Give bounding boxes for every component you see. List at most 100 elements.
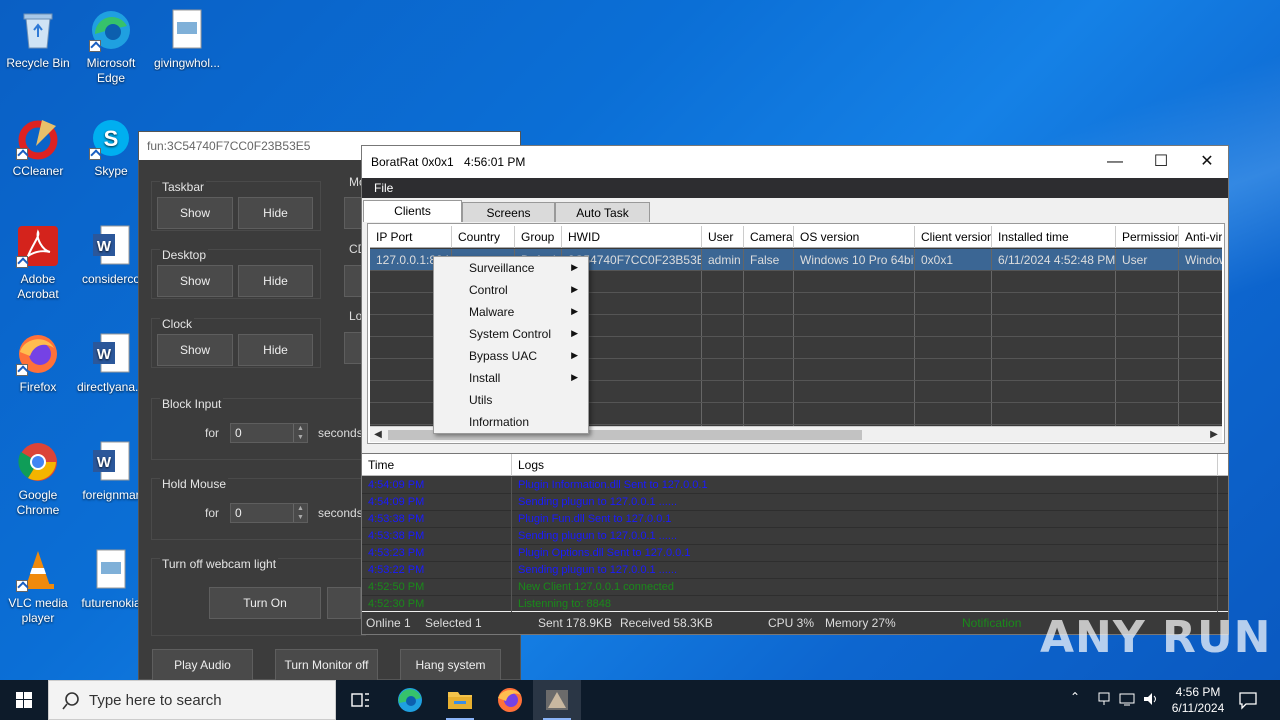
column-header-client-version[interactable]: Client version xyxy=(915,226,992,248)
hold-mouse-seconds-field[interactable]: 0 ▲ ▼ xyxy=(230,503,308,523)
menu-item-surveillance[interactable]: Surveillance ▶ xyxy=(434,257,588,279)
menu-item-bypass-uac[interactable]: Bypass UAC ▶ xyxy=(434,345,588,367)
webcam-turn-on-button[interactable]: Turn On xyxy=(209,587,321,619)
desktop-icon-firefox[interactable]: Firefox xyxy=(0,332,76,395)
minimize-icon[interactable]: — xyxy=(1092,146,1138,178)
scroll-right-icon[interactable]: ▶ xyxy=(1206,427,1222,443)
tray-display-icon[interactable] xyxy=(1118,690,1136,711)
menu-item-information[interactable]: Information xyxy=(434,411,588,433)
menu-item-malware[interactable]: Malware ▶ xyxy=(434,301,588,323)
menu-item-label: Utils xyxy=(469,393,493,407)
taskbar-edge-icon[interactable] xyxy=(386,680,434,720)
task-view-icon[interactable] xyxy=(336,680,384,720)
column-header-ip-port[interactable]: IP Port xyxy=(370,226,452,248)
menu-file[interactable]: File xyxy=(374,181,393,195)
column-header-permission[interactable]: Permission xyxy=(1116,226,1179,248)
spinner-arrows-icon[interactable]: ▲ ▼ xyxy=(293,424,307,442)
log-row[interactable]: 4:52:30 PM Listenning to: 8848 xyxy=(362,596,1228,613)
empty-cell xyxy=(1116,293,1179,314)
taskbar-search-box[interactable]: Type here to search xyxy=(48,680,336,720)
logs-column-logs[interactable]: Logs xyxy=(512,454,1218,476)
log-time: 4:53:22 PM xyxy=(362,562,512,579)
maximize-icon[interactable]: ☐ xyxy=(1138,146,1184,178)
taskbar-boratrat-icon[interactable] xyxy=(533,680,581,720)
column-header-antivirus[interactable]: Anti-viru xyxy=(1179,226,1222,248)
desktop-icon-ccleaner[interactable]: CCleaner xyxy=(0,116,76,179)
desktop-icon-recycle-bin[interactable]: Recycle Bin xyxy=(0,8,76,71)
empty-cell xyxy=(744,403,794,424)
menu-item-install[interactable]: Install ▶ xyxy=(434,367,588,389)
empty-cell xyxy=(992,337,1116,358)
hang-system-button[interactable]: Hang system xyxy=(400,649,501,681)
menu-item-label: Control xyxy=(469,283,508,297)
tray-network-icon[interactable] xyxy=(1096,690,1112,711)
desktop-icon-chrome[interactable]: Google Chrome xyxy=(0,440,76,518)
log-message: Sending plugun to 127.0.0.1 ...... xyxy=(512,494,1218,511)
scroll-left-icon[interactable]: ◀ xyxy=(370,427,386,443)
column-header-camera[interactable]: Camera xyxy=(744,226,794,248)
log-time: 4:52:50 PM xyxy=(362,579,512,596)
spinner-arrows-icon[interactable]: ▲ ▼ xyxy=(293,504,307,522)
desktop-hide-button[interactable]: Hide xyxy=(238,265,313,297)
menu-item-control[interactable]: Control ▶ xyxy=(434,279,588,301)
log-row[interactable]: 4:53:23 PM Plugin Options.dll Sent to 127… xyxy=(362,545,1228,562)
block-input-unit-label: seconds xyxy=(318,426,363,440)
close-icon[interactable]: ✕ xyxy=(1184,146,1230,178)
log-row[interactable]: 4:53:38 PM Sending plugun to 127.0.0.1 ..… xyxy=(362,528,1228,545)
boratrat-title-time: 4:56:01 PM xyxy=(464,155,526,169)
block-input-seconds-field[interactable]: 0 ▲ ▼ xyxy=(230,423,308,443)
column-header-group[interactable]: Group xyxy=(515,226,562,248)
log-message: Listenning to: 8848 xyxy=(512,596,1218,613)
taskbar-file-explorer-icon[interactable] xyxy=(436,680,484,720)
log-time: 4:52:30 PM xyxy=(362,596,512,613)
tray-chevron-up-icon[interactable]: ⌃ xyxy=(1070,690,1080,704)
tab-auto-task[interactable]: Auto Task xyxy=(555,202,650,222)
log-row[interactable]: 4:54:09 PM Sending plugun to 127.0.0.1 ..… xyxy=(362,494,1228,511)
taskbar-show-button[interactable]: Show xyxy=(157,197,233,229)
desktop-icon-edge[interactable]: Microsoft Edge xyxy=(73,8,149,86)
tray-clock[interactable]: 4:56 PM 6/11/2024 xyxy=(1168,684,1228,716)
column-header-user[interactable]: User xyxy=(702,226,744,248)
firefox-icon xyxy=(16,332,60,376)
boratrat-title: BoratRat 0x0x1 xyxy=(371,155,454,169)
column-header-installed-time[interactable]: Installed time xyxy=(992,226,1116,248)
column-header-country[interactable]: Country xyxy=(452,226,515,248)
tray-date: 6/11/2024 xyxy=(1171,701,1225,715)
turn-monitor-off-button[interactable]: Turn Monitor off xyxy=(275,649,378,681)
start-button[interactable] xyxy=(0,680,48,720)
taskbar-hide-button[interactable]: Hide xyxy=(238,197,313,229)
desktop-icon-acrobat[interactable]: Adobe Acrobat xyxy=(0,224,76,302)
cell-permission: User xyxy=(1116,249,1179,270)
play-audio-button[interactable]: Play Audio xyxy=(152,649,253,681)
menu-item-utils[interactable]: Utils xyxy=(434,389,588,411)
clock-show-button[interactable]: Show xyxy=(157,334,233,366)
status-notification[interactable]: Notification xyxy=(962,616,1021,630)
empty-cell xyxy=(992,381,1116,402)
desktop-icon-vlc[interactable]: VLC media player xyxy=(0,548,76,626)
desktop-show-button[interactable]: Show xyxy=(157,265,233,297)
desktop-icon-givingwhol[interactable]: givingwhol... xyxy=(149,8,225,71)
tab-clients[interactable]: Clients xyxy=(363,200,462,222)
taskbar-firefox-icon[interactable] xyxy=(486,680,534,720)
boratrat-titlebar[interactable]: BoratRat 0x0x1 4:56:01 PM — ☐ ✕ xyxy=(362,146,1228,178)
tab-screens[interactable]: Screens xyxy=(462,202,555,222)
empty-cell xyxy=(1179,293,1222,314)
clock-hide-button[interactable]: Hide xyxy=(238,334,313,366)
notification-center-icon[interactable] xyxy=(1238,690,1258,713)
webcam-partial-button[interactable] xyxy=(327,587,361,619)
menu-item-system-control[interactable]: System Control ▶ xyxy=(434,323,588,345)
block-input-title: Block Input xyxy=(160,397,224,411)
log-message: New Client 127.0.0.1 connected xyxy=(512,579,1218,596)
svg-text:W: W xyxy=(97,238,112,255)
column-header-os-version[interactable]: OS version xyxy=(794,226,915,248)
log-row[interactable]: 4:53:38 PM Plugin Fun.dll Sent to 127.0.0… xyxy=(362,511,1228,528)
log-row[interactable]: 4:53:22 PM Sending plugun to 127.0.0.1 ..… xyxy=(362,562,1228,579)
logs-column-time[interactable]: Time xyxy=(362,454,512,476)
chrome-icon xyxy=(16,440,60,484)
column-header-hwid[interactable]: HWID xyxy=(562,226,702,248)
status-memory: Memory 27% xyxy=(825,616,896,630)
log-row[interactable]: 4:54:09 PM Plugin Information.dll Sent to… xyxy=(362,477,1228,494)
tray-volume-icon[interactable] xyxy=(1142,690,1160,711)
empty-cell xyxy=(915,271,992,292)
log-row[interactable]: 4:52:50 PM New Client 127.0.0.1 connected xyxy=(362,579,1228,596)
